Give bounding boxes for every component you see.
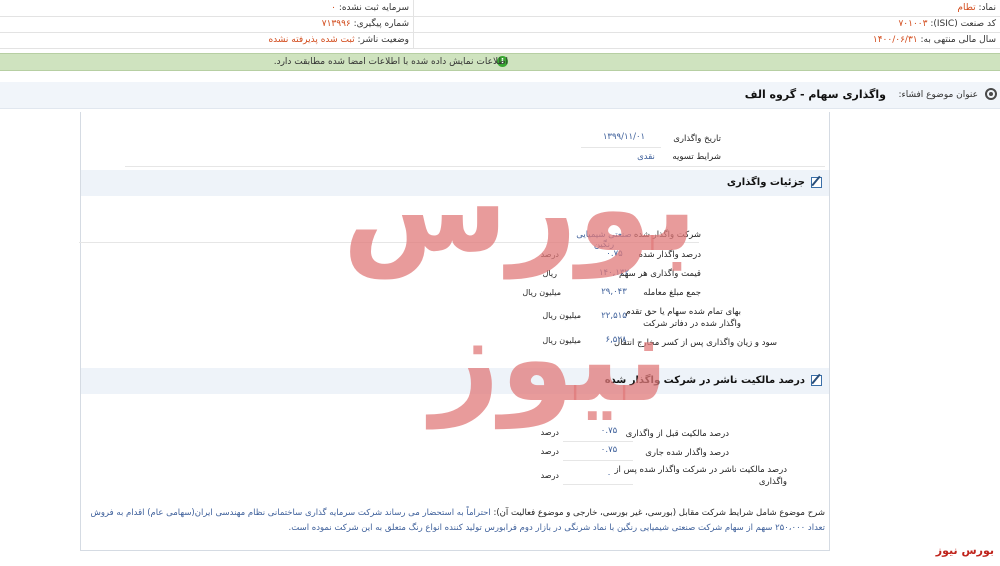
report-panel: تاریخ واگذاری ۱۳۹۹/۱۱/۰۱ شرایط تسویه نقد… [79, 112, 830, 551]
percent-unit: درصد [540, 471, 559, 480]
divider [125, 166, 825, 167]
details-section-header: جزئیات واگذاری [81, 170, 829, 196]
report-header: نماد: تطام سرمایه ثبت نشده: ۰ کد صنعت (I… [0, 0, 1000, 49]
symbol-label: نماد: [978, 3, 997, 13]
divider [563, 484, 633, 485]
company-value: صنعتی شیمیایی رنگین [576, 230, 632, 250]
total-amount-value: ۲۹,۰۴۳ [601, 287, 627, 297]
tracking-cell: شماره پیگیری: ۷۱۳۹۹۶ [4, 16, 414, 32]
ownership-section-title: درصد مالکیت ناشر در شرکت واگذار شده [604, 375, 805, 386]
percent-unit: درصد [540, 250, 559, 259]
settlement-value: نقدی [637, 152, 655, 162]
cost-value: ۲۲,۵۱۵ [601, 311, 627, 321]
status-value: ثبت شده پذیرفته نشده [268, 35, 355, 45]
banner-text: اطلاعات نمایش داده شده با اطلاعات امضا ش… [273, 57, 508, 67]
isic-label: کد صنعت (ISIC): [930, 19, 996, 29]
status-label: وضعیت ناشر: [357, 35, 409, 45]
rial-unit: ریال [542, 269, 557, 278]
profit-loss-value: ۶,۵۲۸ [605, 335, 627, 345]
brand-label: بورس نیوز [935, 544, 994, 557]
header-row-1: نماد: تطام سرمایه ثبت نشده: ۰ [0, 0, 1000, 17]
verification-banner: i اطلاعات نمایش داده شده با اطلاعات امضا… [0, 53, 1000, 71]
ownership-section-header: درصد مالکیت ناشر در شرکت واگذار شده [81, 368, 829, 394]
symbol-value[interactable]: تطام [957, 3, 975, 13]
header-row-3: سال مالی منتهی به: ۱۴۰۰/۰۶/۳۱ وضعیت ناشر… [0, 32, 1000, 49]
settlement-label: شرایط تسویه [672, 152, 721, 162]
percent-transferred-label: درصد واگذار شده [638, 250, 701, 260]
tracking-value: ۷۱۳۹۹۶ [321, 19, 351, 29]
percent-unit: درصد [540, 447, 559, 456]
edit-icon [811, 375, 822, 386]
transfer-date-label: تاریخ واگذاری [673, 134, 721, 144]
divider [563, 441, 633, 442]
price-per-share-value: ۱۴۰,۱۳۲ [598, 268, 630, 278]
header-row-2: کد صنعت (ISIC): ۷۰۱۰۰۳ شماره پیگیری: ۷۱۳… [0, 16, 1000, 33]
capital-value: ۰ [331, 3, 336, 13]
divider [79, 242, 699, 243]
million-rial-unit: میلیون ریال [522, 288, 561, 297]
fiscal-cell: سال مالی منتهی به: ۱۴۰۰/۰۶/۳۱ [416, 32, 996, 48]
isic-cell: کد صنعت (ISIC): ۷۰۱۰۰۳ [416, 16, 996, 32]
tracking-label: شماره پیگیری: [353, 19, 409, 29]
company-label: شرکت واگذار شده [633, 230, 701, 240]
fiscal-label: سال مالی منتهی به: [920, 35, 996, 45]
percent-transferred-value: ۰.۷۵ [606, 249, 623, 259]
divider [581, 147, 661, 148]
current-transferred-label: درصد واگذار شده جاری [645, 448, 729, 458]
million-rial-unit: میلیون ریال [542, 336, 581, 345]
subject-label: عنوان موضوع افشاء: [898, 90, 978, 100]
total-amount-label: جمع مبلغ معامله [643, 288, 701, 298]
ownership-after-label: درصد مالکیت ناشر در شرکت واگذار شده پس ا… [614, 465, 787, 487]
current-transferred-value: ۰.۷۵ [600, 445, 618, 455]
symbol-cell: نماد: تطام [416, 0, 996, 16]
subject-title: واگذاری سهام - گروه الف [744, 88, 886, 101]
details-section-title: جزئیات واگذاری [726, 177, 805, 188]
edit-icon [811, 177, 822, 188]
capital-label: سرمایه ثبت نشده: [338, 3, 409, 13]
fiscal-value: ۱۴۰۰/۰۶/۳۱ [872, 35, 918, 45]
isic-value: ۷۰۱۰۰۳ [898, 19, 928, 29]
target-icon [985, 88, 997, 100]
ownership-after-value: ۰ [606, 470, 612, 480]
description-block: شرح موضوع شامل شرایط شرکت مقابل (بورسی، … [85, 506, 825, 536]
description-label: شرح موضوع شامل شرایط شرکت مقابل (بورسی، … [493, 508, 825, 518]
capital-cell: سرمایه ثبت نشده: ۰ [4, 0, 414, 16]
status-cell: وضعیت ناشر: ثبت شده پذیرفته نشده [4, 32, 414, 48]
subject-bar: عنوان موضوع افشاء: واگذاری سهام - گروه ا… [0, 82, 1000, 109]
ownership-before-value: ۰.۷۵ [600, 426, 618, 436]
ownership-before-label: درصد مالکیت قبل از واگذاری [625, 429, 729, 439]
million-rial-unit: میلیون ریال [542, 311, 581, 320]
transfer-date-value: ۱۳۹۹/۱۱/۰۱ [602, 132, 646, 142]
percent-unit: درصد [540, 428, 559, 437]
divider [563, 460, 633, 461]
